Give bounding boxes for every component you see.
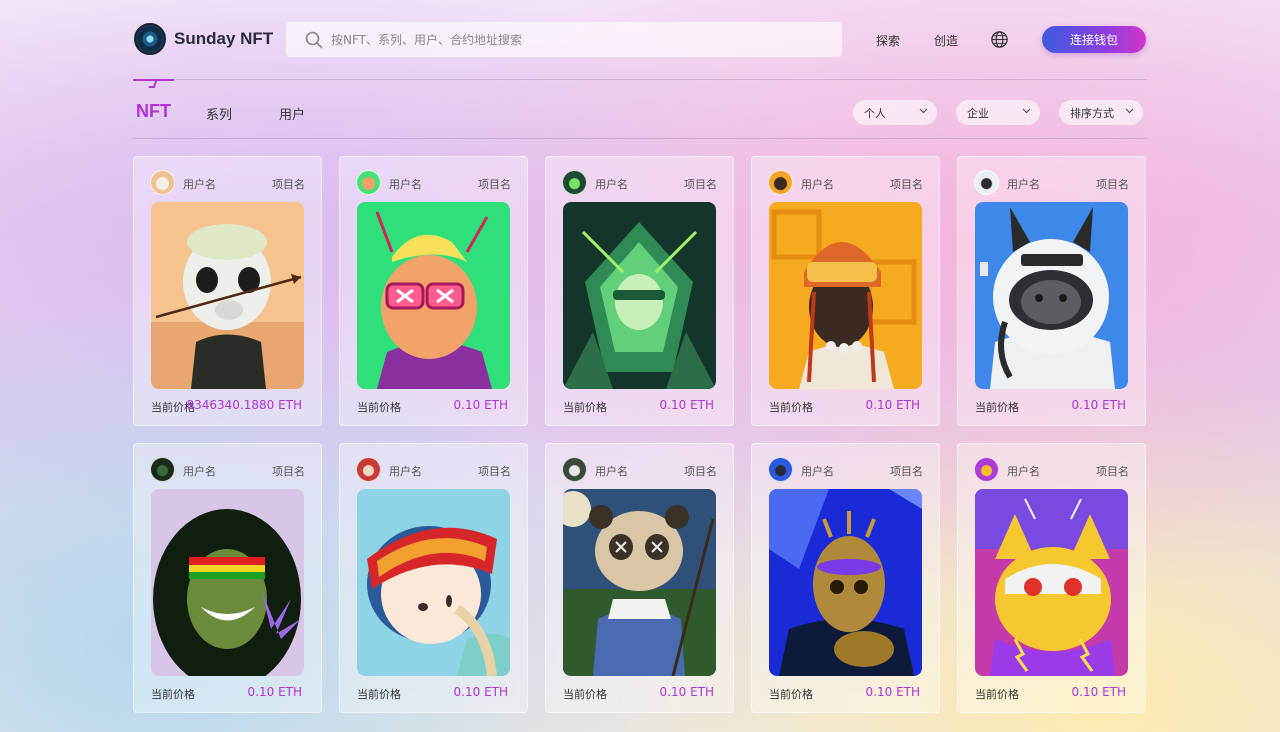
card-project-name: 项目名 bbox=[890, 465, 923, 478]
nft-card[interactable]: 用户名 项目名 当前价格 0.10 ETH bbox=[957, 156, 1146, 426]
filter-enterprise-dropdown[interactable]: 企业 bbox=[956, 100, 1040, 125]
nft-card[interactable]: 用户名 项目名 当前价格 0.10 ETH bbox=[545, 156, 734, 426]
card-project-name: 项目名 bbox=[272, 465, 305, 478]
card-project-name: 项目名 bbox=[478, 178, 511, 191]
price-label: 当前价格 bbox=[151, 688, 195, 701]
card-username: 用户名 bbox=[595, 178, 628, 191]
tabs-row: NFT 系列 用户 个人 企业 排序方式 bbox=[133, 79, 1147, 139]
price-value: 0.10 ETH bbox=[659, 398, 714, 412]
tab-users[interactable]: 用户 bbox=[279, 104, 305, 123]
nft-card[interactable]: 用户名 项目名 当前价格 0.10 ETH bbox=[957, 443, 1146, 713]
avatar bbox=[356, 170, 381, 195]
active-tab-marker bbox=[148, 80, 158, 88]
sort-dropdown[interactable]: 排序方式 bbox=[1059, 100, 1143, 125]
card-username: 用户名 bbox=[801, 178, 834, 191]
avatar bbox=[150, 170, 175, 195]
card-username: 用户名 bbox=[183, 465, 216, 478]
chevron-down-icon bbox=[1125, 108, 1134, 114]
header: Sunday NFT 探索 创造 连接钱包 bbox=[133, 0, 1147, 80]
card-username: 用户名 bbox=[1007, 465, 1040, 478]
nft-image bbox=[151, 489, 304, 676]
card-project-name: 项目名 bbox=[272, 178, 305, 191]
price-label: 当前价格 bbox=[357, 401, 401, 414]
nft-image bbox=[563, 489, 716, 676]
price-value: 8346340.1880 ETH bbox=[186, 398, 302, 412]
nft-image bbox=[151, 202, 304, 389]
price-value: 0.10 ETH bbox=[1071, 398, 1126, 412]
price-label: 当前价格 bbox=[563, 401, 607, 414]
nft-image bbox=[975, 489, 1128, 676]
tab-series[interactable]: 系列 bbox=[206, 104, 232, 123]
filter-personal-label: 个人 bbox=[864, 106, 886, 120]
avatar bbox=[356, 457, 381, 482]
avatar bbox=[768, 457, 793, 482]
card-project-name: 项目名 bbox=[890, 178, 923, 191]
nft-card[interactable]: 用户名 项目名 当前价格 0.10 ETH bbox=[545, 443, 734, 713]
logo-icon bbox=[134, 23, 166, 55]
nft-card[interactable]: 用户名 项目名 当前价格 8346340.1880 ETH bbox=[133, 156, 322, 426]
nft-image bbox=[357, 489, 510, 676]
search-bar[interactable] bbox=[286, 22, 842, 57]
avatar bbox=[974, 170, 999, 195]
avatar bbox=[974, 457, 999, 482]
price-value: 0.10 ETH bbox=[453, 685, 508, 699]
card-project-name: 项目名 bbox=[684, 178, 717, 191]
globe-icon[interactable] bbox=[990, 30, 1009, 49]
chevron-down-icon bbox=[919, 108, 928, 114]
price-value: 0.10 ETH bbox=[1071, 685, 1126, 699]
search-icon bbox=[305, 31, 323, 48]
price-label: 当前价格 bbox=[975, 401, 1019, 414]
search-input[interactable] bbox=[331, 32, 811, 47]
price-label: 当前价格 bbox=[769, 688, 813, 701]
nav-explore[interactable]: 探索 bbox=[876, 32, 900, 49]
price-value: 0.10 ETH bbox=[865, 398, 920, 412]
card-username: 用户名 bbox=[801, 465, 834, 478]
connect-wallet-button[interactable]: 连接钱包 bbox=[1042, 26, 1146, 53]
nft-card[interactable]: 用户名 项目名 当前价格 0.10 ETH bbox=[339, 156, 528, 426]
card-username: 用户名 bbox=[389, 178, 422, 191]
filter-enterprise-label: 企业 bbox=[967, 106, 989, 120]
filter-personal-dropdown[interactable]: 个人 bbox=[853, 100, 937, 125]
nft-image bbox=[769, 489, 922, 676]
price-value: 0.10 ETH bbox=[453, 398, 508, 412]
app-name: Sunday NFT bbox=[174, 29, 274, 48]
price-value: 0.10 ETH bbox=[865, 685, 920, 699]
card-project-name: 项目名 bbox=[478, 465, 511, 478]
nft-image bbox=[769, 202, 922, 389]
card-username: 用户名 bbox=[183, 178, 216, 191]
avatar bbox=[562, 457, 587, 482]
nft-image bbox=[975, 202, 1128, 389]
nft-card[interactable]: 用户名 项目名 当前价格 0.10 ETH bbox=[751, 443, 940, 713]
price-label: 当前价格 bbox=[357, 688, 401, 701]
avatar bbox=[768, 170, 793, 195]
tab-nft[interactable]: NFT bbox=[136, 101, 171, 122]
nft-card[interactable]: 用户名 项目名 当前价格 0.10 ETH bbox=[751, 156, 940, 426]
card-username: 用户名 bbox=[595, 465, 628, 478]
nft-card[interactable]: 用户名 项目名 当前价格 0.10 ETH bbox=[133, 443, 322, 713]
card-project-name: 项目名 bbox=[684, 465, 717, 478]
card-project-name: 项目名 bbox=[1096, 465, 1129, 478]
avatar bbox=[562, 170, 587, 195]
nav-create[interactable]: 创造 bbox=[934, 32, 958, 49]
nft-image bbox=[563, 202, 716, 389]
price-label: 当前价格 bbox=[563, 688, 607, 701]
card-project-name: 项目名 bbox=[1096, 178, 1129, 191]
avatar bbox=[150, 457, 175, 482]
card-username: 用户名 bbox=[389, 465, 422, 478]
logo[interactable]: Sunday NFT bbox=[134, 23, 273, 55]
price-label: 当前价格 bbox=[975, 688, 1019, 701]
price-label: 当前价格 bbox=[769, 401, 813, 414]
price-value: 0.10 ETH bbox=[247, 685, 302, 699]
sort-label: 排序方式 bbox=[1070, 106, 1114, 120]
card-username: 用户名 bbox=[1007, 178, 1040, 191]
nft-image bbox=[357, 202, 510, 389]
price-value: 0.10 ETH bbox=[659, 685, 714, 699]
nft-card[interactable]: 用户名 项目名 当前价格 0.10 ETH bbox=[339, 443, 528, 713]
page-container: Sunday NFT 探索 创造 连接钱包 NFT 系列 用户 个人 bbox=[133, 0, 1147, 713]
chevron-down-icon bbox=[1022, 108, 1031, 114]
